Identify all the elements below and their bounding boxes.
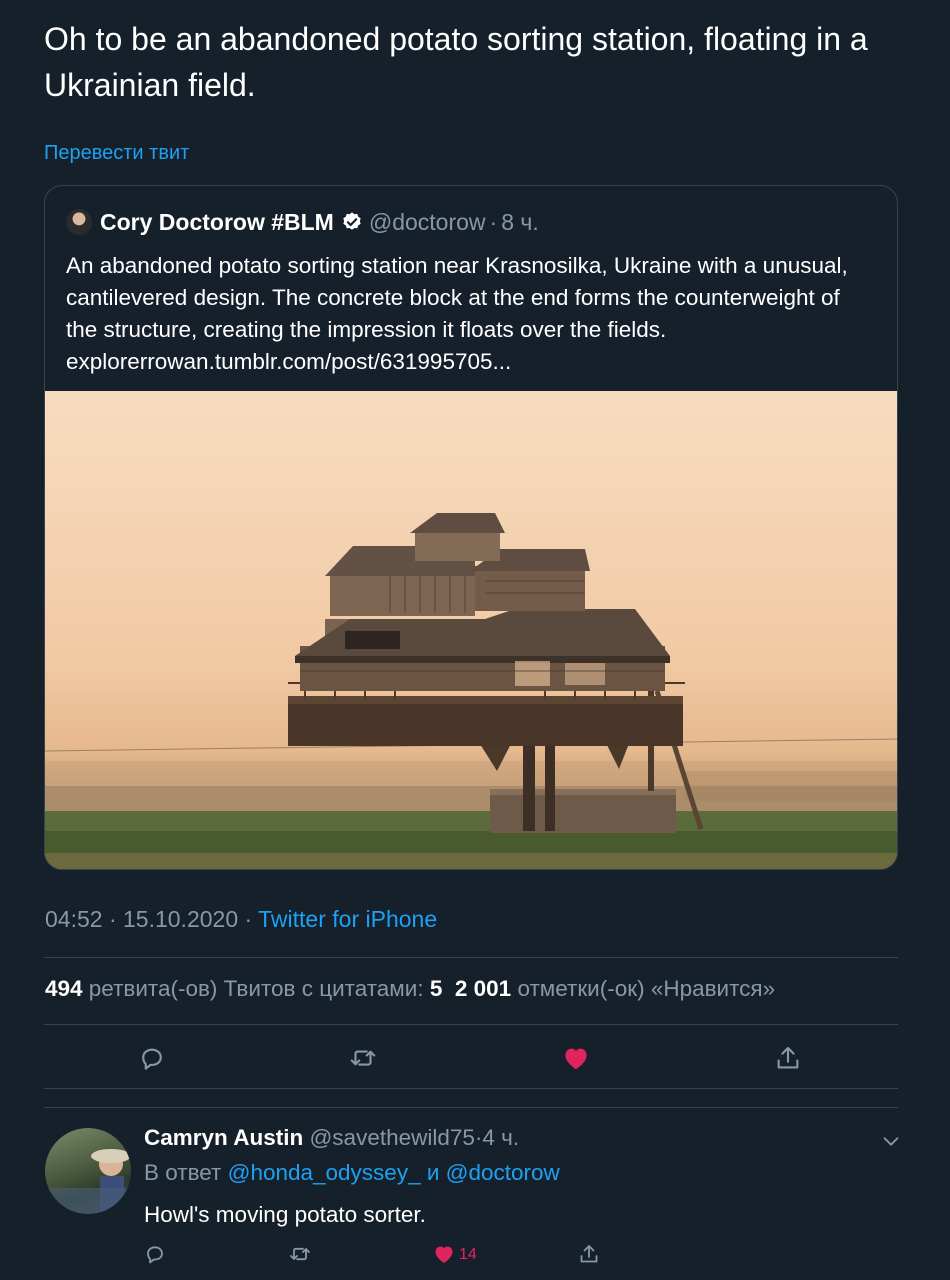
reply-like-count[interactable]: 14 (459, 1246, 477, 1264)
retweet-icon[interactable] (348, 1043, 378, 1073)
heart-filled-icon[interactable] (432, 1242, 456, 1266)
divider (44, 957, 898, 958)
reply-header: Camryn Austin @savethewild75·4 ч. (144, 1125, 519, 1151)
tweet-source-link[interactable]: Twitter for iPhone (258, 906, 437, 932)
tweet-stats: 494 ретвита(-ов) Твитов с цитатами: 5 2 … (45, 976, 775, 1002)
reply-tweet[interactable]: Camryn Austin @savethewild75·4 ч. В отве… (0, 1108, 950, 1280)
tweet-text: Oh to be an abandoned potato sorting sta… (44, 21, 868, 103)
potato-station-illustration (45, 513, 897, 869)
chevron-down-icon[interactable] (880, 1130, 902, 1152)
avatar[interactable] (45, 1128, 131, 1214)
likes-label[interactable]: отметки(-ок) «Нравится» (511, 976, 775, 1001)
conjunction: и (420, 1160, 446, 1185)
reply-time[interactable]: 4 ч. (482, 1125, 519, 1150)
retweets-label[interactable]: ретвита(-ов) Твитов с цитатами: (83, 976, 430, 1001)
reply-icon[interactable] (137, 1043, 167, 1073)
mention-link[interactable]: @doctorow (446, 1160, 560, 1185)
tweet-timestamp[interactable]: 04:52 · 15.10.2020 · (45, 906, 258, 932)
quoted-tweet-header: Cory Doctorow #BLM @doctorow · 8 ч. (66, 206, 539, 238)
reply-icon[interactable] (143, 1242, 167, 1266)
translate-tweet-link[interactable]: Перевести твит (44, 142, 189, 165)
replying-to-prefix: В ответ (144, 1160, 228, 1185)
verified-badge-icon (343, 212, 361, 230)
divider (44, 1024, 898, 1025)
divider (44, 1088, 898, 1089)
replying-to: В ответ @honda_odyssey_ и @doctorow (144, 1160, 560, 1186)
avatar-photo-icon (45, 1149, 131, 1214)
mention-link[interactable]: @honda_odyssey_ (228, 1160, 421, 1185)
retweets-count[interactable]: 494 (45, 976, 83, 1001)
share-icon[interactable] (773, 1043, 803, 1073)
retweet-icon[interactable] (288, 1242, 312, 1266)
quoted-tweet-text: An abandoned potato sorting station near… (66, 253, 848, 374)
avatar[interactable] (66, 209, 92, 235)
reply-author-name[interactable]: Camryn Austin (144, 1125, 303, 1150)
quoted-author-handle[interactable]: @doctorow (369, 209, 486, 236)
reply-author-handle[interactable]: @savethewild75 (309, 1125, 474, 1150)
quoted-tweet-card[interactable]: Cory Doctorow #BLM @doctorow · 8 ч. An a… (44, 185, 898, 870)
likes-count[interactable]: 2 001 (455, 976, 511, 1001)
heart-filled-icon[interactable] (561, 1043, 591, 1073)
share-icon[interactable] (577, 1242, 601, 1266)
reply-text: Howl's moving potato sorter. (144, 1202, 426, 1227)
separator-dot: · (489, 208, 498, 235)
quoted-author-name[interactable]: Cory Doctorow #BLM (100, 209, 334, 236)
quoted-tweet-photo[interactable] (45, 391, 897, 869)
quotes-count[interactable]: 5 (430, 976, 443, 1001)
quoted-tweet-time[interactable]: 8 ч. (501, 209, 539, 236)
tweet-meta: 04:52 · 15.10.2020 · Twitter for iPhone (45, 906, 437, 933)
